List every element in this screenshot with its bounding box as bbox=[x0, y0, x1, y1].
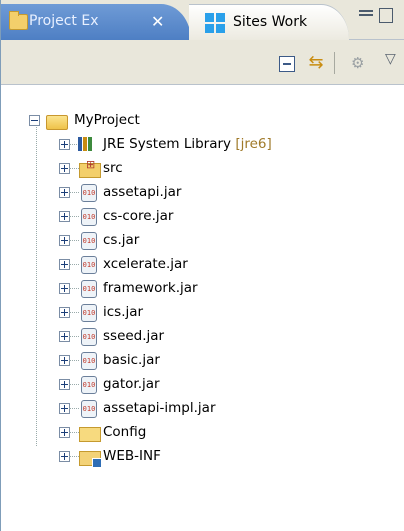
tree-row[interactable]: 010 sseed.jar bbox=[1, 326, 404, 348]
view-menu-icon[interactable]: ▽ bbox=[385, 52, 401, 66]
window-controls bbox=[345, 6, 404, 30]
view-toolbar: ⇆ ⚙ ▽ bbox=[1, 40, 404, 85]
tree-connector bbox=[69, 192, 79, 193]
jar-icon: 010 bbox=[81, 232, 97, 250]
tree-connector bbox=[69, 336, 79, 337]
tree-connector bbox=[69, 264, 79, 265]
tab-sites-workspace-label: Sites Work bbox=[233, 14, 308, 30]
tree-row-root[interactable]: MyProject bbox=[1, 110, 404, 132]
tree-label: basic.jar bbox=[103, 352, 160, 368]
project-explorer-view: Project Ex ✕ Sites Work ⇆ ⚙ ▽ MyProject bbox=[0, 0, 404, 531]
tree-connector bbox=[69, 360, 79, 361]
view-tab-bar: Project Ex ✕ Sites Work bbox=[1, 0, 404, 40]
jar-icon: 010 bbox=[81, 328, 97, 346]
jar-icon: 010 bbox=[81, 256, 97, 274]
tree-row[interactable]: 010 basic.jar bbox=[1, 350, 404, 372]
tab-project-explorer[interactable]: Project Ex ✕ bbox=[1, 4, 191, 40]
filters-icon[interactable]: ⚙ bbox=[351, 55, 367, 71]
tree-label: assetapi.jar bbox=[103, 184, 182, 200]
tree-connector bbox=[69, 456, 79, 457]
tree-connector bbox=[69, 408, 79, 409]
tree-label: assetapi-impl.jar bbox=[103, 400, 216, 416]
project-folder-icon bbox=[46, 115, 68, 130]
tree-row[interactable]: 010 xcelerate.jar bbox=[1, 254, 404, 276]
tree-connector bbox=[69, 240, 79, 241]
tree-row[interactable]: 010 assetapi.jar bbox=[1, 182, 404, 204]
tab-sites-workspace[interactable]: Sites Work bbox=[189, 4, 349, 40]
tree-label: Config bbox=[103, 424, 147, 440]
jar-icon: 010 bbox=[81, 304, 97, 322]
source-folder-icon bbox=[79, 158, 101, 178]
collapse-all-icon[interactable] bbox=[279, 56, 295, 72]
tree-row[interactable]: JRE System Library [jre6] bbox=[1, 134, 404, 156]
tree-connector bbox=[69, 312, 79, 313]
jar-icon: 010 bbox=[81, 376, 97, 394]
link-with-editor-icon[interactable]: ⇆ bbox=[305, 52, 327, 74]
project-folder-icon bbox=[9, 11, 28, 30]
tree-connector bbox=[69, 168, 79, 169]
tree-row[interactable]: 010 ics.jar bbox=[1, 302, 404, 324]
close-icon[interactable]: ✕ bbox=[151, 12, 164, 31]
tree-row[interactable]: 010 framework.jar bbox=[1, 278, 404, 300]
tree-connector bbox=[69, 288, 79, 289]
jar-icon: 010 bbox=[81, 184, 97, 202]
minimize-icon[interactable] bbox=[359, 10, 373, 16]
tree-label: framework.jar bbox=[103, 280, 198, 296]
sites-grid-icon bbox=[205, 13, 225, 33]
tree-row[interactable]: src bbox=[1, 158, 404, 180]
jar-icon: 010 bbox=[81, 400, 97, 418]
tree-label: MyProject bbox=[74, 112, 140, 128]
tree-label: cs-core.jar bbox=[103, 208, 174, 224]
tree-label: ics.jar bbox=[103, 304, 144, 320]
tree-label: sseed.jar bbox=[103, 328, 165, 344]
tab-project-explorer-label: Project Ex bbox=[29, 13, 99, 29]
tree-row[interactable]: WEB-INF bbox=[1, 446, 404, 468]
tree-connector bbox=[69, 216, 79, 217]
tree-label: WEB-INF bbox=[103, 448, 161, 464]
tree-label: gator.jar bbox=[103, 376, 160, 392]
tree-row[interactable]: 010 cs.jar bbox=[1, 230, 404, 252]
jar-icon: 010 bbox=[81, 280, 97, 298]
folder-icon bbox=[79, 427, 101, 442]
jar-icon: 010 bbox=[81, 208, 97, 226]
tree-label: src bbox=[103, 160, 123, 176]
toolbar-separator bbox=[334, 52, 335, 74]
tree-label: JRE System Library [jre6] bbox=[103, 136, 272, 152]
tree-row[interactable]: 010 gator.jar bbox=[1, 374, 404, 396]
tree-label: xcelerate.jar bbox=[103, 256, 188, 272]
maximize-icon[interactable] bbox=[379, 8, 393, 23]
tree-row[interactable]: Config bbox=[1, 422, 404, 444]
tree-row[interactable]: 010 cs-core.jar bbox=[1, 206, 404, 228]
library-icon bbox=[78, 135, 98, 153]
tree-row[interactable]: 010 assetapi-impl.jar bbox=[1, 398, 404, 420]
tree-connector bbox=[69, 432, 79, 433]
tree-connector bbox=[69, 384, 79, 385]
tree-label: cs.jar bbox=[103, 232, 140, 248]
jar-icon: 010 bbox=[81, 352, 97, 370]
collapse-toggle-icon[interactable] bbox=[29, 115, 40, 126]
web-folder-icon bbox=[79, 451, 102, 468]
